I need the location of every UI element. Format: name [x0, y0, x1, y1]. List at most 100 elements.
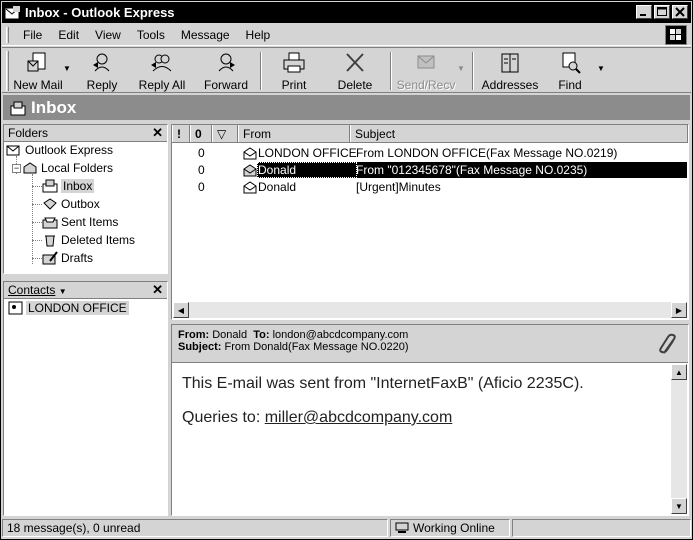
- reply-all-label: Reply All: [138, 78, 186, 92]
- subject-label: Subject:: [178, 341, 222, 353]
- scroll-down-button[interactable]: ▼: [671, 498, 687, 514]
- preview-pane: From: Donald To: london@abcdcompany.com …: [171, 324, 689, 516]
- email-link[interactable]: miller@abcdcompany.com: [265, 409, 453, 426]
- column-priority-label: !: [177, 126, 181, 141]
- new-mail-button[interactable]: New Mail: [13, 48, 63, 92]
- folders-close-icon[interactable]: ✕: [152, 125, 163, 141]
- contacts-menu-button[interactable]: Contacts ▼: [8, 283, 67, 297]
- outlook-express-app-icon[interactable]: [5, 5, 21, 21]
- folder-local-folders[interactable]: Local Folders: [22, 160, 113, 176]
- forward-label: Forward: [203, 78, 248, 92]
- column-subject[interactable]: Subject: [350, 125, 688, 142]
- menu-edit[interactable]: Edit: [50, 28, 87, 42]
- arrow-down-icon: ▼: [675, 501, 683, 511]
- menu-message[interactable]: Message: [173, 28, 238, 42]
- read-message-icon: [243, 147, 257, 160]
- scroll-left-button[interactable]: ◀: [173, 302, 189, 318]
- horizontal-scrollbar[interactable]: ◀ ▶: [173, 302, 687, 318]
- column-from[interactable]: From: [238, 125, 350, 142]
- vertical-scrollbar[interactable]: ▲ ▼: [671, 364, 687, 514]
- message-row[interactable]: 0 Donald [Urgent]Minutes: [172, 179, 688, 195]
- contact-card-icon: [8, 301, 23, 315]
- printer-icon: [283, 52, 305, 73]
- menu-bar-grip[interactable]: [6, 26, 9, 43]
- tree-line: [32, 204, 42, 205]
- reply-all-icon: [151, 54, 172, 72]
- reply-button[interactable]: Reply: [75, 48, 129, 92]
- forward-button[interactable]: Forward: [195, 48, 257, 92]
- reply-all-button[interactable]: Reply All: [129, 48, 195, 92]
- maximize-button[interactable]: [654, 5, 670, 19]
- message-row-selected[interactable]: 0 Donald From "012345678"(Fax Message NO…: [172, 162, 688, 178]
- message-from: LONDON OFFICE: [258, 146, 357, 160]
- menu-view[interactable]: View: [87, 28, 129, 42]
- tree-line: [32, 174, 33, 264]
- delete-button[interactable]: Delete: [323, 48, 387, 92]
- folder-outbox[interactable]: Outbox: [42, 196, 100, 212]
- find-dropdown-icon[interactable]: ▼: [597, 64, 609, 73]
- menu-file[interactable]: File: [15, 28, 50, 42]
- minimize-button[interactable]: [636, 5, 652, 19]
- folder-outlook-express[interactable]: Outlook Express: [6, 142, 113, 158]
- message-row[interactable]: 0 LONDON OFFICE From LONDON OFFICE(Fax M…: [172, 145, 688, 161]
- toolbar: New Mail ▼ Reply Reply All Forward Print…: [2, 47, 691, 93]
- column-attachment-label: 0: [195, 126, 202, 141]
- status-message-count: 18 message(s), 0 unread: [2, 519, 388, 537]
- attachment-icon: 0: [198, 146, 205, 160]
- column-priority[interactable]: !: [172, 125, 190, 142]
- message-from: Donald: [258, 180, 297, 194]
- folder-label: Local Folders: [41, 161, 114, 175]
- chevron-down-icon: ▼: [58, 287, 67, 296]
- folder-inbox[interactable]: Inbox: [42, 178, 95, 194]
- paperclip-icon[interactable]: [658, 333, 680, 357]
- toolbar-grip[interactable]: [6, 51, 9, 91]
- menu-tools[interactable]: Tools: [129, 28, 173, 42]
- send-receive-icon: [417, 55, 435, 69]
- tree-line: [32, 240, 42, 241]
- computer-icon: [395, 522, 409, 533]
- send-recv-button[interactable]: Send/Recv: [395, 48, 457, 92]
- message-subject: From LONDON OFFICE(Fax Message NO.0219): [356, 146, 618, 160]
- column-flag-label: ▽: [217, 126, 227, 141]
- folder-drafts[interactable]: Drafts: [42, 250, 93, 266]
- print-label: Print: [281, 78, 307, 92]
- arrow-up-icon: ▲: [675, 367, 683, 377]
- title-bar[interactable]: Inbox - Outlook Express: [2, 2, 691, 23]
- close-button[interactable]: [672, 5, 688, 19]
- toolbar-separator: [260, 52, 262, 90]
- find-button[interactable]: Find: [543, 48, 597, 92]
- status-connection: Working Online: [390, 519, 510, 537]
- folders-header: Folders ✕: [4, 125, 167, 142]
- contacts-close-icon[interactable]: ✕: [152, 282, 163, 298]
- column-subject-label: Subject: [355, 126, 396, 141]
- print-button[interactable]: Print: [265, 48, 323, 92]
- folder-sent-items[interactable]: Sent Items: [42, 214, 118, 230]
- arrow-right-icon: ▶: [675, 305, 683, 315]
- scroll-right-button[interactable]: ▶: [671, 302, 687, 318]
- sent-items-icon: [42, 217, 58, 229]
- menu-help[interactable]: Help: [238, 28, 279, 42]
- preview-header: From: Donald To: london@abcdcompany.com …: [172, 325, 688, 363]
- folder-label: Drafts: [61, 251, 94, 265]
- body-line-2: Queries to: miller@abcdcompany.com: [182, 409, 678, 427]
- folder-banner: Inbox: [3, 95, 690, 120]
- new-mail-dropdown-icon[interactable]: ▼: [63, 64, 75, 73]
- status-bar: 18 message(s), 0 unread Working Online: [2, 518, 691, 538]
- contact-item[interactable]: LONDON OFFICE: [4, 301, 167, 315]
- column-flag[interactable]: ▽: [212, 125, 238, 142]
- send-recv-label: Send/Recv: [396, 78, 456, 92]
- folder-deleted-items[interactable]: Deleted Items: [42, 232, 135, 248]
- status-extra-panel: [512, 519, 691, 537]
- column-attachment[interactable]: 0: [190, 125, 212, 142]
- contacts-pane: Contacts ▼ ✕ LONDON OFFICE: [3, 281, 168, 516]
- attachment-icon: 0: [198, 180, 205, 194]
- maximize-icon: [657, 7, 667, 16]
- addresses-button[interactable]: Addresses: [477, 48, 543, 92]
- collapse-local-folders-icon[interactable]: −: [12, 164, 21, 173]
- message-count-text: 18 message(s), 0 unread: [7, 521, 141, 535]
- tree-line: [32, 222, 42, 223]
- send-recv-dropdown-icon[interactable]: ▼: [457, 64, 469, 73]
- body-line-1: This E-mail was sent from "InternetFaxB"…: [182, 375, 584, 392]
- windows-logo-icon: [665, 25, 687, 45]
- scroll-up-button[interactable]: ▲: [671, 364, 687, 380]
